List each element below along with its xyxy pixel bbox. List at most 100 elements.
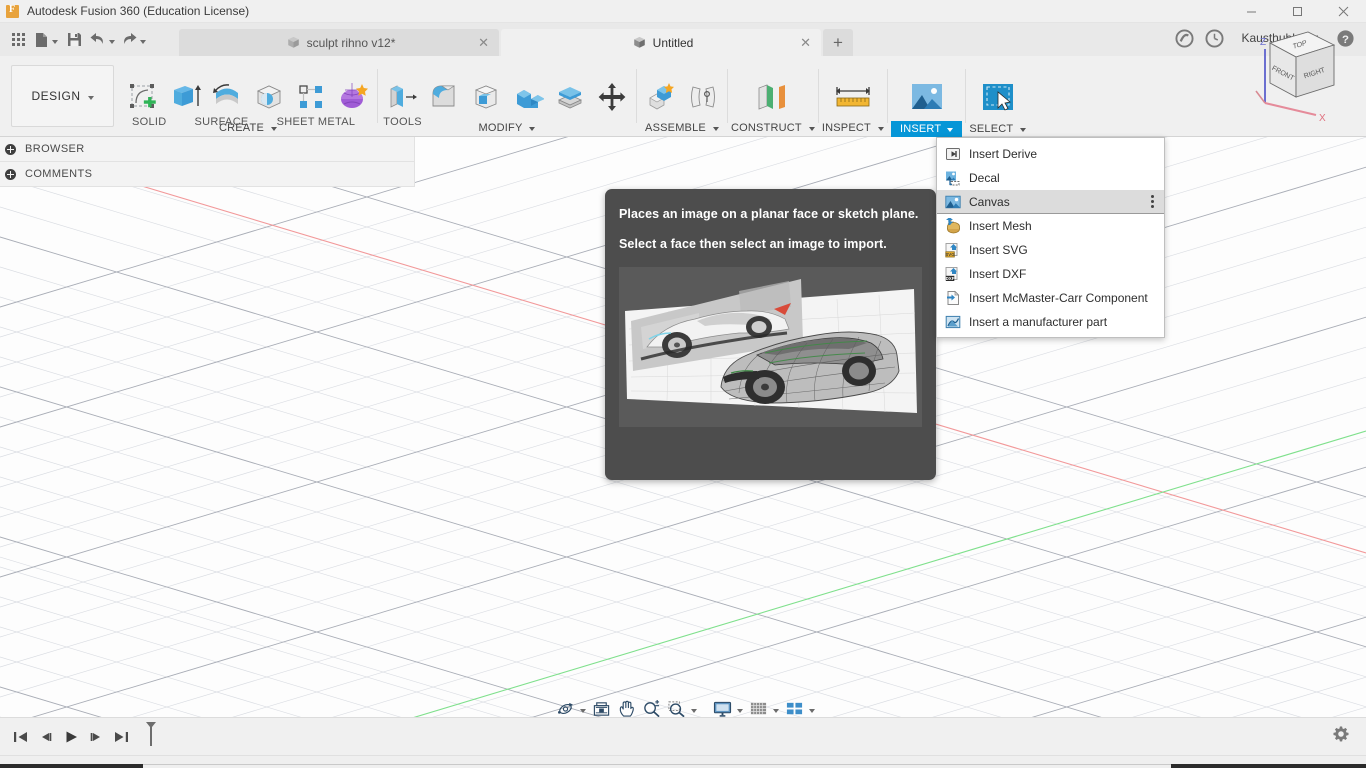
panel-divider (965, 69, 967, 123)
press-pull-icon[interactable] (381, 75, 423, 119)
ribbon-panel-insert: INSERT (890, 55, 963, 137)
new-document-tab-button[interactable]: + (823, 29, 853, 56)
document-tab-close-icon[interactable]: ✕ (800, 36, 811, 49)
comments-label: COMMENTS (25, 168, 93, 180)
panel-divider (727, 69, 728, 123)
menu-item-label: Insert DXF (969, 267, 1027, 281)
chevron-down-icon (691, 709, 697, 713)
menu-item-canvas[interactable]: Canvas (937, 190, 1164, 214)
shell-icon[interactable] (465, 75, 507, 119)
app-grid-icon[interactable] (5, 26, 31, 54)
title-bar: Autodesk Fusion 360 (Education License) (0, 0, 1366, 23)
insert-derive-icon (946, 148, 960, 160)
workspace-tab-row: SOLID SURFACE SHEET METAL TOOLS (118, 114, 436, 130)
menu-item-insert-dxf[interactable]: DXF Insert DXF (937, 262, 1164, 286)
canvas-icon (945, 195, 961, 208)
menu-item-insert-derive[interactable]: Insert Derive (937, 142, 1164, 166)
clock-icon[interactable] (1202, 24, 1228, 52)
document-tab-close-icon[interactable]: ✕ (478, 36, 489, 49)
cube-icon (633, 36, 645, 48)
chevron-down-icon (580, 709, 586, 713)
ribbon-panel-label-inspect[interactable]: INSPECT (822, 119, 884, 136)
play-icon[interactable] (58, 722, 83, 752)
timeline-marker-icon[interactable] (143, 721, 159, 752)
step-back-icon[interactable] (33, 722, 58, 752)
workspace-selector[interactable]: DESIGN (11, 65, 114, 127)
axis-z-label: Z (1260, 37, 1266, 48)
decal-icon (946, 171, 960, 186)
browser-comments-panel: BROWSER COMMENTS (0, 137, 415, 187)
chevron-down-icon (808, 126, 815, 131)
skip-to-end-icon[interactable] (108, 722, 133, 752)
ribbon-panel-inspect: INSPECT (822, 55, 884, 136)
document-tab-untitled[interactable]: Untitled ✕ (501, 29, 821, 56)
comments-panel-header[interactable]: COMMENTS (0, 162, 414, 187)
joint-icon[interactable] (682, 75, 724, 119)
plus-icon[interactable] (5, 168, 16, 180)
save-icon[interactable] (61, 26, 87, 54)
offset-face-icon[interactable] (549, 75, 591, 119)
menu-item-label: Decal (969, 171, 1000, 185)
job-status-icon[interactable] (1172, 24, 1198, 52)
workspace-tab-sheet-metal[interactable]: SHEET METAL (263, 114, 370, 130)
ribbon-panel-label-assemble[interactable]: ASSEMBLE (645, 119, 719, 136)
fillet-icon[interactable] (423, 75, 465, 119)
svg-text:SVG: SVG (945, 252, 955, 257)
view-cube[interactable]: TOP FRONT RIGHT Z X (1234, 15, 1344, 125)
workspace-tab-surface[interactable]: SURFACE (181, 114, 263, 130)
move-copy-icon[interactable] (591, 75, 633, 119)
menu-item-insert-svg[interactable]: SVG Insert SVG (937, 238, 1164, 262)
workspace-tab-solid[interactable]: SOLID (118, 114, 181, 130)
chevron-down-icon (737, 709, 743, 713)
status-bar-right-accent (1171, 764, 1366, 768)
undo-icon[interactable] (87, 26, 118, 54)
tooltip-illustration (619, 267, 922, 427)
pattern-icon[interactable] (290, 75, 332, 119)
workspace-tab-tools[interactable]: TOOLS (369, 114, 436, 130)
document-tab-sculpt-rihno[interactable]: sculpt rihno v12* ✕ (179, 29, 499, 56)
menu-item-insert-manufacturer-part[interactable]: Insert a manufacturer part (937, 310, 1164, 334)
ribbon-toolbar: DESIGN CREATE MODIFY ASSEMBLE CONSTRUCT … (0, 56, 1366, 137)
menu-item-insert-mcmaster-carr[interactable]: Insert McMaster-Carr Component (937, 286, 1164, 310)
revolve-icon[interactable] (206, 75, 248, 119)
new-file-icon[interactable] (31, 26, 61, 54)
axis-x-line (1264, 102, 1317, 116)
fusion360-window: Autodesk Fusion 360 (Education License) (0, 0, 1366, 768)
menu-item-label: Canvas (969, 194, 1010, 209)
skip-to-beginning-icon[interactable] (8, 722, 33, 752)
new-component-icon[interactable] (640, 75, 682, 119)
extrude-icon[interactable] (164, 75, 206, 119)
app-title: Autodesk Fusion 360 (Education License) (27, 4, 250, 18)
ribbon-panel-label-select[interactable]: SELECT (969, 121, 1027, 136)
insert-panel-active-pill[interactable]: INSERT (890, 121, 963, 137)
measure-icon[interactable] (824, 75, 882, 119)
plus-icon[interactable] (5, 143, 16, 155)
ribbon-panel-assemble: ASSEMBLE (640, 55, 724, 136)
form-icon[interactable] (332, 75, 374, 119)
chevron-down-icon (529, 126, 536, 131)
tooltip-line-2: Select a face then select an image to im… (619, 237, 887, 251)
ribbon-panel-label-insert[interactable]: INSERT (890, 121, 963, 137)
ribbon-panel-label-construct[interactable]: CONSTRUCT (731, 119, 815, 136)
menu-item-decal[interactable]: Decal (937, 166, 1164, 190)
insert-image-icon[interactable] (902, 75, 952, 121)
browser-panel-header[interactable]: BROWSER (0, 137, 414, 162)
menu-item-insert-mesh[interactable]: Insert Mesh (937, 214, 1164, 238)
create-sketch-icon[interactable] (122, 75, 164, 119)
ribbon-panel-select: SELECT (969, 55, 1027, 136)
document-tabs: sculpt rihno v12* ✕ Untitled ✕ + (179, 23, 1164, 56)
redo-icon[interactable] (118, 26, 149, 54)
document-tab-label: sculpt rihno v12* (306, 35, 396, 50)
ribbon-panel-label-modify[interactable]: MODIFY (479, 119, 536, 136)
select-window-icon[interactable] (973, 75, 1023, 121)
step-forward-icon[interactable] (83, 722, 108, 752)
sweep-icon[interactable] (248, 75, 290, 119)
combine-icon[interactable] (507, 75, 549, 119)
offset-plane-icon[interactable] (747, 75, 799, 119)
insert-dropdown-menu: Insert Derive Decal Canvas Insert Mesh S… (936, 137, 1165, 338)
browser-label: BROWSER (25, 143, 85, 155)
menu-item-label: Insert Derive (969, 147, 1038, 161)
menu-item-overflow-icon[interactable] (1151, 195, 1154, 208)
chevron-down-icon (947, 128, 954, 133)
gear-icon[interactable] (1332, 725, 1350, 748)
